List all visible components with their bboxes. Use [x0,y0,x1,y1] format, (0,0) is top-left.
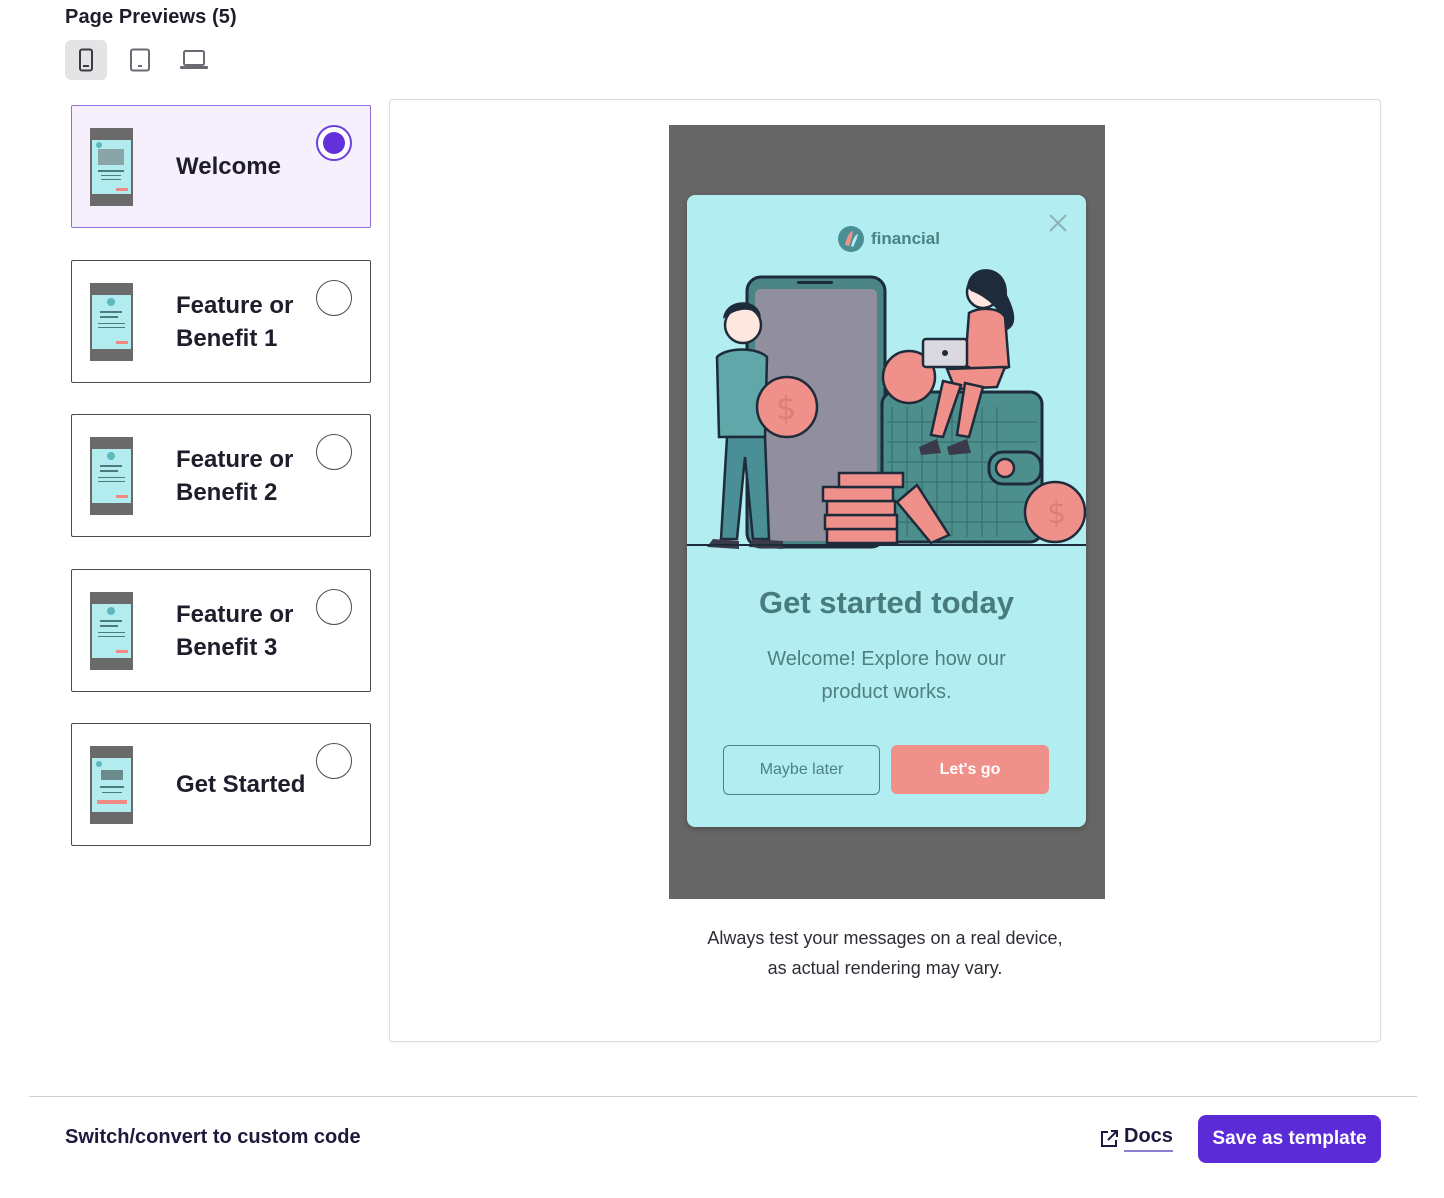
page-title: Page Previews (5) [65,6,237,28]
page-card-feature-1[interactable]: Feature or Benefit 1 [71,260,371,383]
preview-panel: financial $ $ Get started today Welcome!… [389,99,1381,1042]
lets-go-button[interactable]: Let's go [891,745,1049,794]
notice-line-2: as actual rendering may vary. [767,958,1003,978]
page-card-label: Get Started [176,771,306,798]
mobile-preview-button[interactable] [65,40,107,80]
svg-text:$: $ [776,389,796,427]
brand-name: financial [871,229,940,248]
device-frame: financial $ $ Get started today Welcome!… [669,125,1105,899]
page-card-label: Feature or Benefit 2 [176,443,293,509]
message-modal: financial $ $ Get started today Welcome!… [687,195,1086,827]
desktop-preview-button[interactable] [173,40,215,80]
page-card-label: Welcome [176,153,281,180]
page-card-label-line2: Benefit 2 [176,479,278,506]
desktop-icon [180,50,208,69]
docs-link[interactable]: Docs [1099,1125,1173,1152]
page-thumbnail [90,437,133,515]
page-radio[interactable] [316,434,352,470]
save-as-template-button[interactable]: Save as template [1198,1115,1381,1163]
page-radio[interactable] [316,743,352,779]
external-link-icon [1101,1129,1118,1147]
page-thumbnail [90,746,133,824]
modal-title: Get started today [759,585,1014,620]
maybe-later-button[interactable]: Maybe later [723,745,880,795]
page-card-label: Feature or Benefit 3 [176,598,293,664]
notice-line-1: Always test your messages on a real devi… [707,928,1063,948]
tablet-icon [130,48,150,72]
page-thumbnail [90,128,133,206]
page-card-label-line2: Benefit 1 [176,325,278,352]
page-card-label-line2: Benefit 3 [176,634,278,661]
page-card-label-line1: Feature or [176,446,294,473]
device-test-notice: Always test your messages on a real devi… [390,923,1380,983]
finance-illustration: $ $ [687,269,1086,549]
mobile-icon [79,48,93,72]
page-thumbnail [90,592,133,670]
page-thumbnail [90,283,133,361]
page-card-label: Feature or Benefit 1 [176,289,293,355]
page-card-label-line1: Feature or [176,601,294,628]
device-switcher [65,40,215,80]
page-card-label-line1: Feature or [176,292,294,319]
tablet-preview-button[interactable] [119,40,161,80]
docs-label: Docs [1124,1125,1173,1152]
page-radio[interactable] [316,125,352,161]
brand-logo: financial [837,225,940,253]
brand-logo-icon [838,226,864,252]
page-radio[interactable] [316,280,352,316]
close-icon[interactable] [1046,211,1070,235]
page-card-feature-3[interactable]: Feature or Benefit 3 [71,569,371,692]
footer-divider [29,1096,1417,1097]
svg-text:$: $ [1047,496,1066,531]
page-card-welcome[interactable]: Welcome [71,105,371,228]
modal-body: Welcome! Explore how our product works. [767,648,1006,703]
page-card-feature-2[interactable]: Feature or Benefit 2 [71,414,371,537]
page-card-get-started[interactable]: Get Started [71,723,371,846]
switch-to-custom-code-link[interactable]: Switch/convert to custom code [65,1126,361,1149]
page-radio[interactable] [316,589,352,625]
